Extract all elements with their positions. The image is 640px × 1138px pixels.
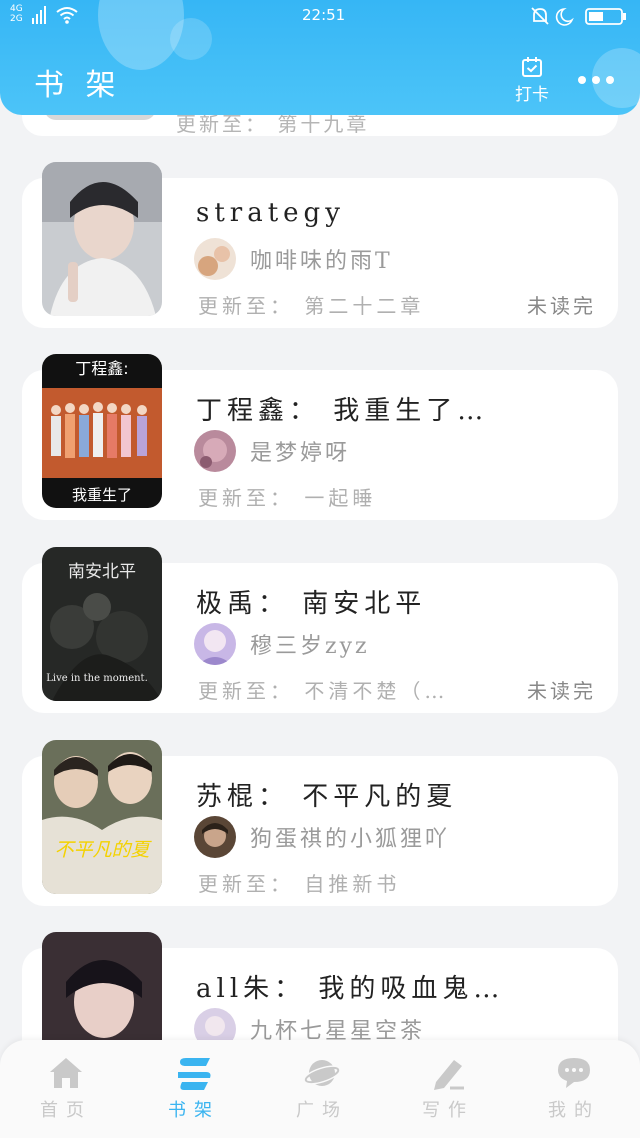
checkin-label: 打卡 [515, 85, 549, 105]
home-icon [50, 1058, 82, 1088]
book-update: 更新至： 第二十二章 [198, 294, 425, 318]
dot [606, 76, 614, 84]
avatar [194, 816, 236, 858]
cover-caption: 丁程鑫: [75, 359, 128, 378]
dot [578, 76, 586, 84]
bookshelf-icon [178, 1058, 211, 1090]
author-name: 狗蛋祺的小狐狸吖 [250, 827, 451, 852]
book-update: 更新至： 自推新书 [198, 872, 401, 896]
book-card[interactable]: 南安北平 Live in the moment. 极禹： 南安北平 穆三岁zyz… [22, 547, 618, 713]
book-title: 苏棍： 不平凡的夏 [196, 782, 458, 812]
nav-label: 广场 [296, 1100, 348, 1121]
more-options-button[interactable] [578, 70, 618, 90]
cover-caption: 我重生了 [72, 486, 132, 504]
nav-square[interactable]: 广场 [272, 1056, 372, 1122]
cover-caption: 南安北平 [68, 562, 136, 582]
battery-icon [585, 8, 626, 25]
read-status: 未读完 [527, 294, 596, 318]
book-cover: 南安北平 Live in the moment. [42, 547, 162, 701]
nav-bookshelf[interactable]: 书架 [144, 1056, 244, 1122]
author-row: 狗蛋祺的小狐狸吖 [194, 816, 450, 858]
book-title: 极禹： 南安北平 [196, 589, 427, 619]
author-row: 咖啡味的雨T [194, 238, 393, 280]
app-header: 4G 2G 22:51 书 架 打卡 [0, 0, 640, 115]
book-title: strategy [196, 198, 345, 228]
status-icons [531, 7, 626, 26]
calendar-check-icon [522, 57, 542, 77]
nav-home[interactable]: 首页 [16, 1056, 116, 1122]
book-card[interactable]: 丁程鑫: 我重生了 丁程鑫： 我重生了… 是梦婷呀 更新至： 一起睡 [22, 354, 618, 520]
avatar [194, 238, 236, 280]
book-title: all朱： 我的吸血鬼… [196, 974, 505, 1004]
nav-label: 首页 [40, 1100, 92, 1121]
page-title: 书 架 [34, 68, 122, 103]
author-row: 穆三岁zyz [194, 623, 370, 665]
checkin-button[interactable]: 打卡 [506, 56, 558, 105]
book-card[interactable]: strategy 咖啡味的雨T 更新至： 第二十二章 未读完 [22, 162, 618, 328]
avatar [194, 430, 236, 472]
moon-icon [555, 7, 574, 26]
read-status: 未读完 [527, 679, 596, 703]
book-cover: 不平凡的夏 [42, 740, 162, 894]
nav-write[interactable]: 写作 [398, 1056, 498, 1122]
book-cover: 丁程鑫: 我重生了 [42, 354, 162, 508]
network-type: 4G 2G [10, 4, 23, 24]
author-name: 穆三岁zyz [250, 634, 370, 659]
cover-caption: Live in the moment. [46, 673, 148, 684]
nav-label: 写作 [422, 1100, 474, 1121]
clock: 22:51 [302, 6, 346, 24]
dot [592, 76, 600, 84]
wifi-icon [56, 7, 78, 24]
nav-label: 我的 [548, 1100, 600, 1121]
chat-bubble-icon [558, 1058, 590, 1088]
status-bar: 4G 2G 22:51 [0, 0, 640, 32]
book-cover [42, 162, 162, 316]
avatar [194, 623, 236, 665]
book-card[interactable]: 不平凡的夏 苏棍： 不平凡的夏 狗蛋祺的小狐狸吖 更新至： 自推新书 [22, 740, 618, 906]
nav-me[interactable]: 我的 [524, 1056, 624, 1122]
author-row: 是梦婷呀 [194, 430, 350, 472]
author-name: 是梦婷呀 [250, 441, 351, 466]
author-name: 咖啡味的雨T [250, 249, 393, 274]
mute-bell-icon [531, 7, 549, 25]
bottom-nav: 首页 书架 广场 写作 我的 [0, 1040, 640, 1138]
pen-icon [434, 1060, 464, 1090]
book-update: 更新至： 一起睡 [198, 486, 377, 510]
book-title: 丁程鑫： 我重生了… [196, 396, 489, 426]
planet-icon [304, 1060, 340, 1086]
nav-label: 书架 [168, 1100, 220, 1121]
cover-caption: 不平凡的夏 [54, 839, 152, 861]
book-update: 更新至： 不清不楚（… [198, 679, 449, 703]
signal-icon [32, 6, 46, 24]
